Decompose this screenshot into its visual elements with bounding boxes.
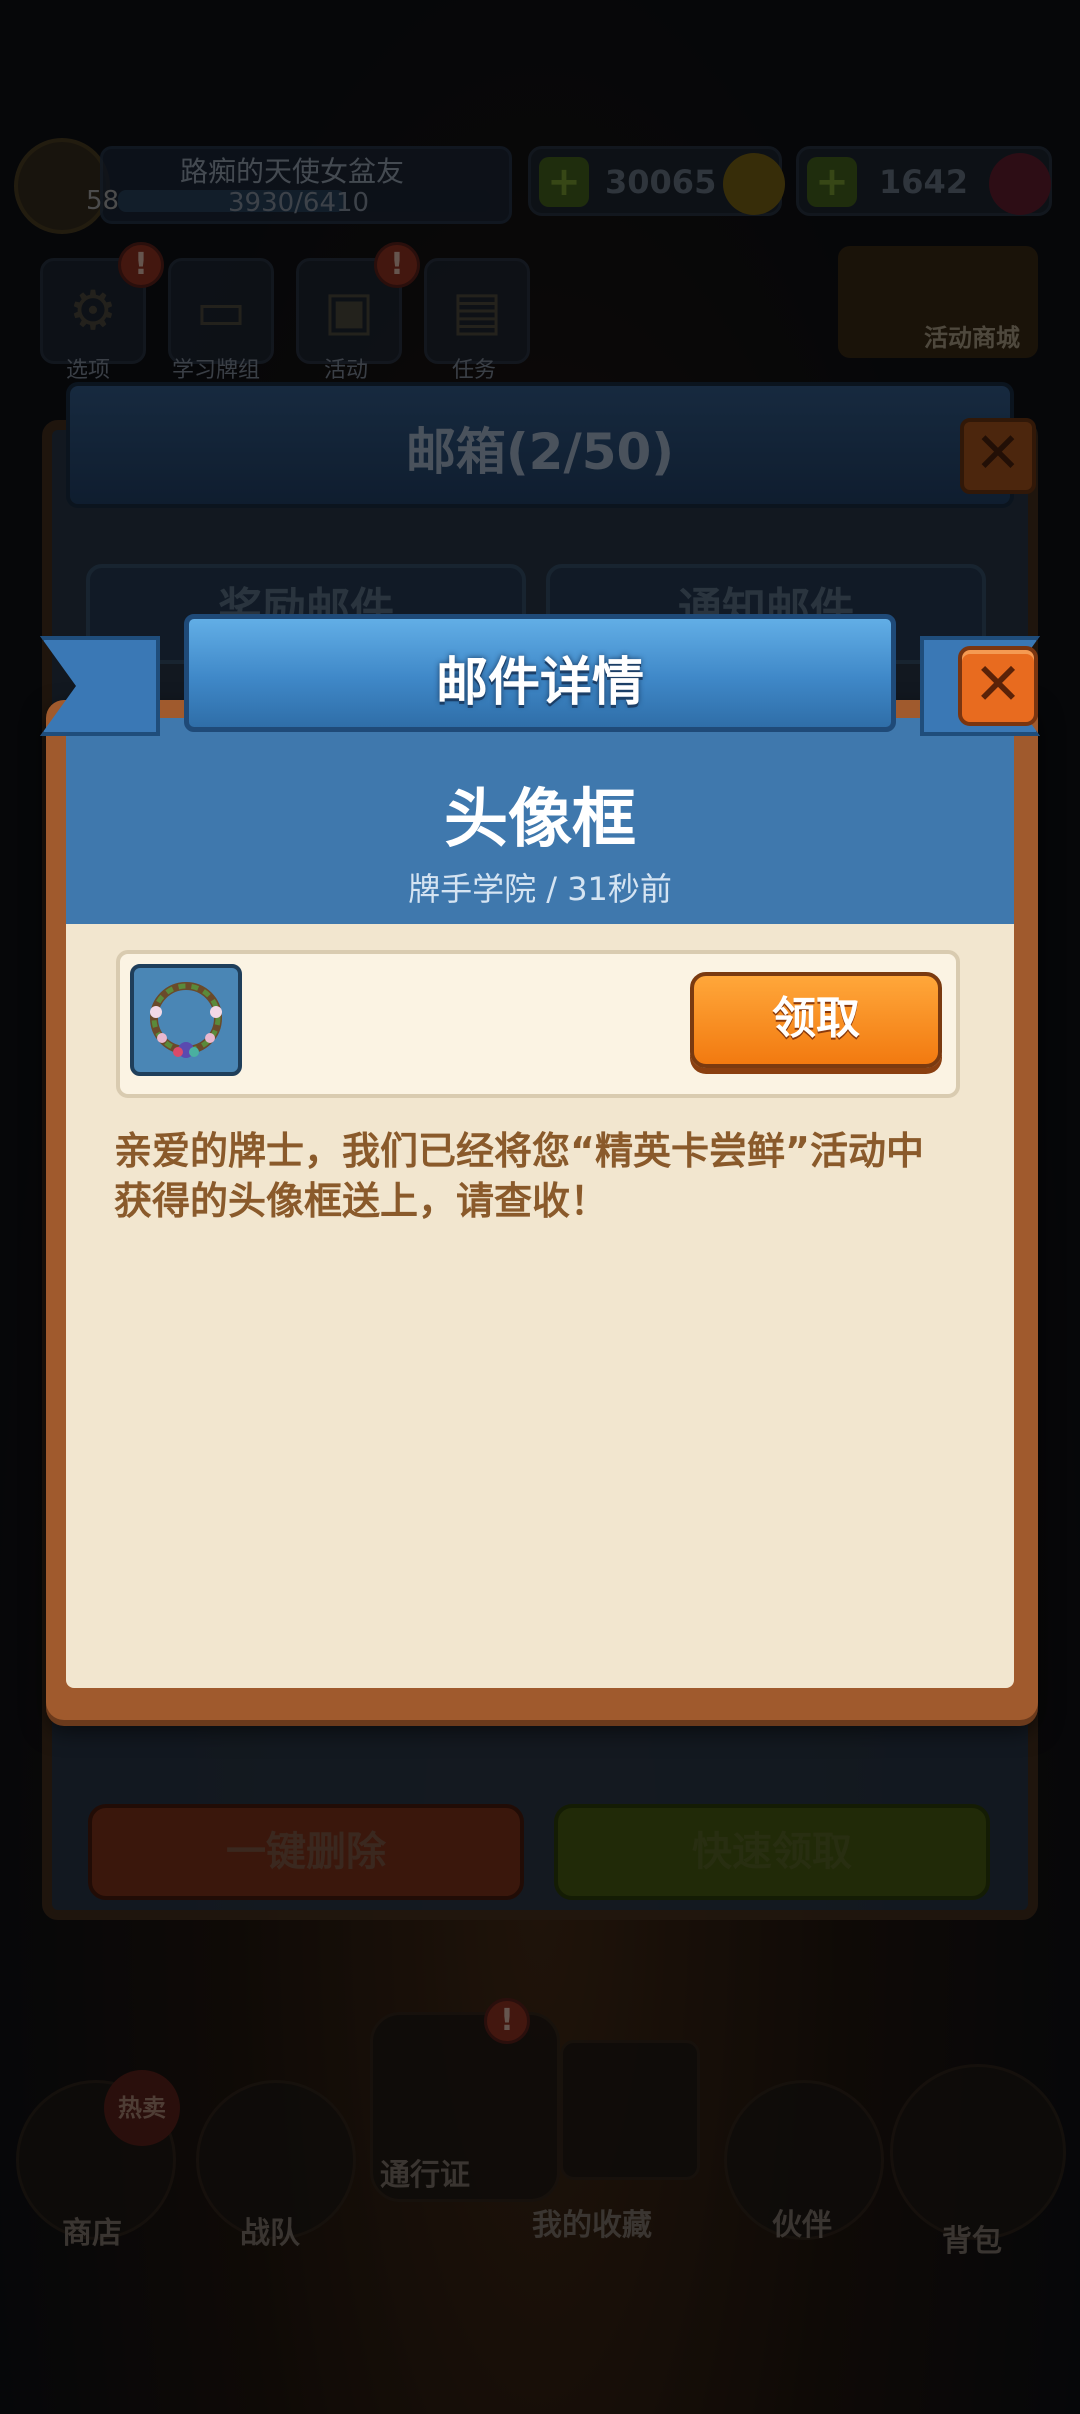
wreath-avatar-frame-icon xyxy=(150,982,222,1058)
dialog-title: 邮件详情 xyxy=(435,653,644,713)
claim-button[interactable]: 领取 xyxy=(690,972,942,1068)
close-icon[interactable]: ✕ xyxy=(958,646,1038,726)
mail-subject: 头像框 xyxy=(444,783,636,857)
attachment-item[interactable] xyxy=(130,964,242,1076)
mail-sender-time: 牌手学院 / 31秒前 xyxy=(408,870,672,908)
mail-body-text: 亲爱的牌士，我们已经将您“精英卡尝鲜”活动中获得的头像框送上，请查收！ xyxy=(114,1129,924,1223)
